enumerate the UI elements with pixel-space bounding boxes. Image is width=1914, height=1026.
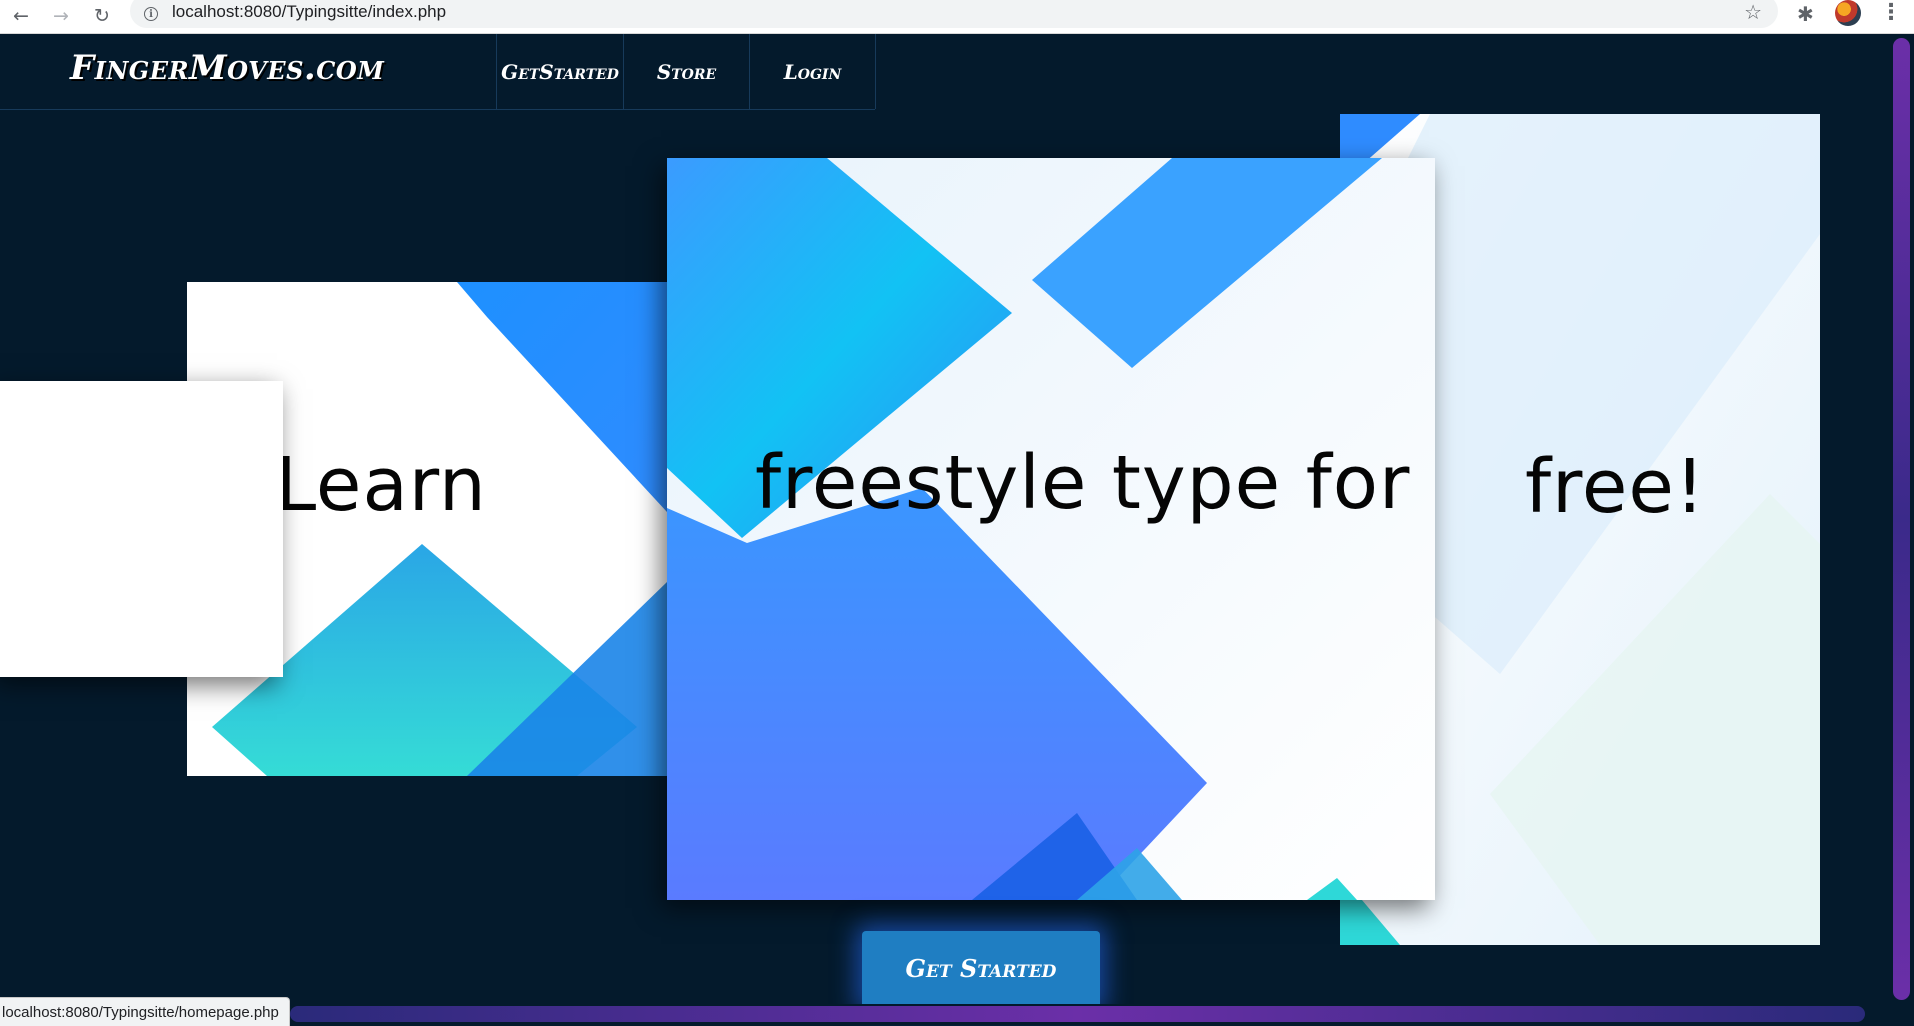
browser-toolbar: ← → ↻ i localhost:8080/Typingsitte/index… bbox=[0, 0, 1914, 34]
extensions-puzzle-icon[interactable]: ✱ bbox=[1797, 2, 1814, 26]
site-info-icon[interactable]: i bbox=[144, 7, 158, 21]
nav-login[interactable]: Login bbox=[749, 34, 876, 109]
hero-panel-center: freestyle type for bbox=[667, 158, 1435, 900]
site-logo[interactable]: FingerMoves.com bbox=[70, 48, 384, 88]
nav-store[interactable]: Store bbox=[623, 34, 749, 109]
get-started-button[interactable]: Get Started bbox=[862, 931, 1100, 1005]
vertical-scrollbar[interactable] bbox=[1890, 34, 1914, 1010]
hero-word-free: free! bbox=[1525, 444, 1706, 530]
profile-avatar-icon[interactable] bbox=[1835, 0, 1861, 26]
hero-word-freestyle: freestyle type for bbox=[755, 440, 1411, 526]
panel-center-graphic bbox=[667, 158, 1435, 900]
address-bar[interactable]: i localhost:8080/Typingsitte/index.php ☆ bbox=[130, 0, 1778, 28]
status-url-bubble: localhost:8080/Typingsitte/homepage.php bbox=[0, 997, 290, 1026]
address-url[interactable]: localhost:8080/Typingsitte/index.php bbox=[172, 2, 446, 22]
vertical-scroll-thumb[interactable] bbox=[1893, 38, 1910, 1000]
browser-menu-icon[interactable]: ⋮ bbox=[1880, 0, 1902, 25]
back-arrow-icon[interactable]: ← bbox=[8, 3, 34, 29]
reload-icon[interactable]: ↻ bbox=[89, 3, 115, 29]
forward-arrow-icon[interactable]: → bbox=[48, 3, 74, 29]
hero-word-learn: Learn bbox=[275, 442, 487, 528]
hero-card-white bbox=[0, 381, 283, 677]
horizontal-scroll-thumb[interactable] bbox=[290, 1006, 1865, 1022]
nav-get-started[interactable]: GetStarted bbox=[496, 34, 623, 109]
site-header: FingerMoves.com GetStarted Store Login bbox=[0, 34, 876, 110]
bookmark-star-icon[interactable]: ☆ bbox=[1744, 0, 1762, 24]
